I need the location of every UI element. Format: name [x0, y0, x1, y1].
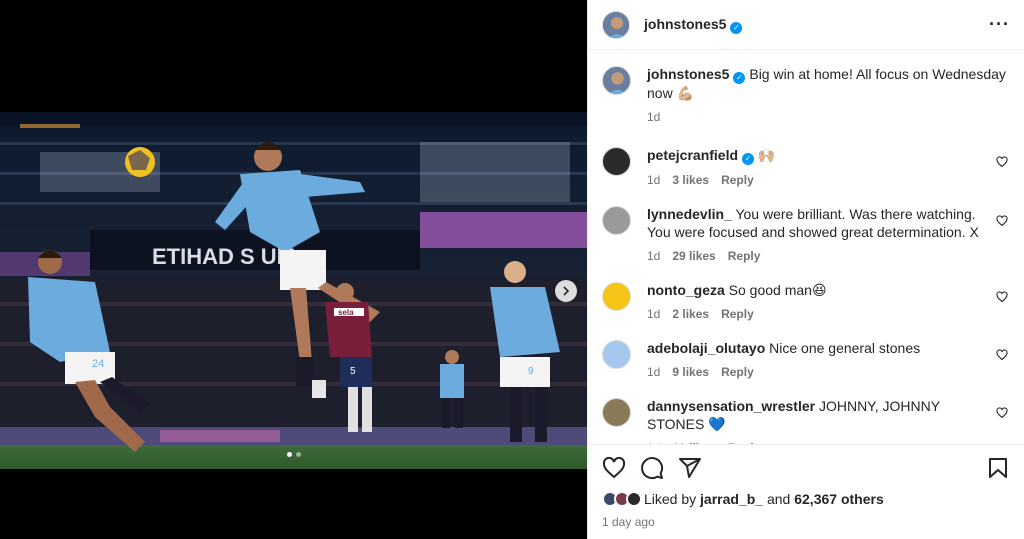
heart-icon[interactable]	[996, 291, 1008, 303]
post-actions: Liked by jarrad_b_ and 62,367 others 1 d…	[588, 444, 1024, 539]
carousel-dot-active	[286, 452, 292, 457]
comment-likes[interactable]: 29 likes	[672, 249, 715, 263]
liked-by-user[interactable]: jarrad_b_	[700, 491, 763, 507]
commenter-avatar[interactable]	[602, 398, 631, 427]
reply-button[interactable]: Reply	[721, 307, 754, 321]
stadium-name-text: ETIHAD S UM	[152, 244, 295, 269]
reply-button[interactable]: Reply	[728, 249, 761, 263]
commenter-avatar[interactable]	[602, 282, 631, 311]
caption-username[interactable]: johnstones5	[647, 66, 729, 82]
author-avatar[interactable]	[602, 66, 631, 95]
liker-avatar	[626, 491, 642, 507]
carousel-dot	[295, 452, 301, 457]
comment-time[interactable]: 1d	[647, 365, 660, 379]
comment-text: 🙌🏼	[757, 147, 776, 163]
author-username[interactable]: johnstones5 ✓	[644, 16, 743, 34]
heart-icon[interactable]	[996, 215, 1008, 227]
caption-time[interactable]: 1d	[647, 110, 660, 124]
reply-button[interactable]: Reply	[721, 173, 754, 187]
commenter-avatar[interactable]	[602, 340, 631, 369]
comment-time[interactable]: 1d	[647, 249, 660, 263]
opponent-number: 5	[350, 366, 356, 377]
caption: johnstones5 ✓ Big win at home! All focus …	[602, 65, 1010, 124]
author-avatar-image	[603, 67, 630, 94]
comment-row: dannysensation_wrestler JOHNNY, JOHNNY S…	[602, 397, 1010, 444]
share-icon[interactable]	[678, 456, 702, 480]
comment-text: So good man😆	[728, 282, 827, 298]
verified-badge-icon: ✓	[733, 72, 746, 84]
shirt-sponsor-text: sela	[338, 308, 354, 317]
commenter-avatar[interactable]	[602, 206, 631, 235]
liked-by-label: Liked by	[644, 491, 697, 507]
author-avatar[interactable]	[602, 10, 630, 39]
heart-icon[interactable]	[602, 456, 626, 480]
right-player-number: 9	[528, 366, 534, 377]
post-media: ETIHAD S UM sela 5 24 9	[0, 0, 587, 539]
commenter-username[interactable]: lynnedevlin_	[647, 206, 732, 222]
commenter-username[interactable]: dannysensation_wrestler	[647, 398, 815, 414]
football-match-image: ETIHAD S UM sela 5 24 9	[0, 112, 587, 469]
liker-avatars[interactable]	[602, 491, 642, 507]
post-photo: ETIHAD S UM sela 5 24 9	[0, 112, 587, 469]
chevron-right-icon	[563, 286, 570, 296]
post-time-ago[interactable]: 1 day ago	[602, 515, 1010, 529]
comment-likes[interactable]: 3 likes	[672, 173, 709, 187]
verified-badge-icon: ✓	[730, 21, 743, 34]
author-avatar-image	[603, 11, 629, 38]
comment-text: Nice one general stones	[769, 340, 921, 356]
verified-badge-icon: ✓	[742, 153, 755, 165]
comments-list[interactable]: johnstones5 ✓ Big win at home! All focus …	[588, 51, 1024, 444]
commenter-username[interactable]: adebolaji_olutayo	[647, 340, 765, 356]
heart-icon[interactable]	[996, 407, 1008, 419]
post-side-panel: johnstones5 ✓ ··· johnstones5 ✓ Big win at…	[587, 0, 1024, 539]
comment-time[interactable]: 1d	[647, 173, 660, 187]
likes-count[interactable]: 62,367 others	[794, 491, 884, 507]
comment-row: adebolaji_olutayo Nice one general stone…	[602, 339, 1010, 379]
comment-row: petejcranfield ✓ 🙌🏼 1d 3 likes Reply	[602, 146, 1010, 187]
more-options-icon[interactable]: ···	[989, 14, 1010, 35]
commenter-avatar[interactable]	[602, 147, 631, 176]
comment-time[interactable]: 1d	[647, 307, 660, 321]
post-header: johnstones5 ✓ ···	[588, 0, 1024, 50]
comment-icon[interactable]	[640, 456, 664, 480]
left-player-number: 24	[92, 358, 104, 370]
comment-likes[interactable]: 2 likes	[672, 307, 709, 321]
carousel-indicator	[0, 452, 587, 457]
commenter-username[interactable]: nonto_geza	[647, 282, 725, 298]
heart-icon[interactable]	[996, 349, 1008, 361]
commenter-username[interactable]: petejcranfield	[647, 147, 738, 163]
comment-row: nonto_geza So good man😆 1d 2 likes Reply	[602, 281, 1010, 321]
comment-row: lynnedevlin_ You were brilliant. Was the…	[602, 205, 1010, 263]
likes-summary: Liked by jarrad_b_ and 62,367 others	[602, 491, 1010, 507]
next-photo-button[interactable]	[555, 280, 577, 302]
likes-and-label: and	[766, 491, 791, 507]
comment-likes[interactable]: 9 likes	[672, 365, 709, 379]
bookmark-icon[interactable]	[986, 456, 1010, 480]
reply-button[interactable]: Reply	[721, 365, 754, 379]
heart-icon[interactable]	[996, 156, 1008, 168]
